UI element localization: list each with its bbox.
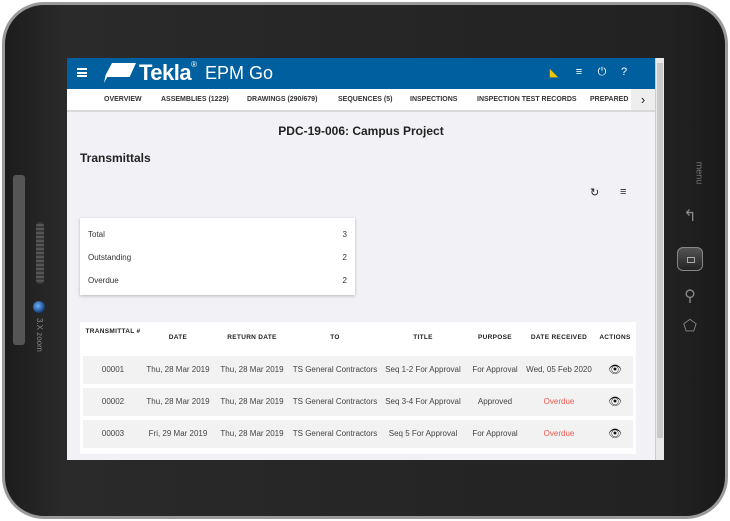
- back-hw-icon[interactable]: ⬠: [678, 316, 702, 336]
- table-row[interactable]: 00002 Thu, 28 Mar 2019 Thu, 28 Mar 2019 TS …: [83, 388, 633, 416]
- return-icon[interactable]: ↰: [678, 206, 702, 226]
- cell-purpose: For Approval: [472, 429, 518, 438]
- col-header[interactable]: DATE RECEIVED: [523, 334, 595, 341]
- menu-icon[interactable]: [77, 68, 87, 77]
- side-panel: [13, 175, 25, 345]
- view-eye-icon[interactable]: 👁: [595, 388, 635, 416]
- tekla-logo-icon: [104, 63, 136, 83]
- col-header[interactable]: TRANSMITTAL #: [83, 328, 143, 335]
- cell-title: Seq 5 For Approval: [388, 429, 458, 438]
- tab-sequences[interactable]: SEQUENCES (5): [338, 96, 392, 103]
- filter-icon[interactable]: ≡: [572, 66, 586, 78]
- summary-outstanding: Outstanding 2: [88, 253, 347, 262]
- cell-date: Fri, 29 Mar 2019: [148, 429, 208, 438]
- project-title: PDC-19-006: Campus Project: [278, 124, 444, 138]
- zoom-label: 3.X zoom: [35, 318, 44, 352]
- cell-no: 00001: [101, 365, 125, 374]
- search-hw-icon[interactable]: ⚲: [678, 286, 702, 306]
- app-screen: Tekla® EPM Go ◣ ≡ ⏻ ? OVERVIEW ASSEMBLIE…: [67, 58, 664, 460]
- col-header[interactable]: DATE: [143, 334, 213, 341]
- tab-prepared[interactable]: PREPARED: [590, 96, 628, 103]
- col-header[interactable]: RETURN DATE: [213, 334, 291, 341]
- cell-return: Thu, 28 Mar 2019: [220, 429, 284, 438]
- section-title: Transmittals: [80, 151, 151, 165]
- cell-received: Overdue: [543, 429, 575, 438]
- product-name: EPM Go: [205, 63, 274, 83]
- view-eye-icon[interactable]: 👁: [595, 356, 635, 384]
- speaker-grille: [36, 222, 44, 284]
- cell-purpose: For Approval: [472, 365, 518, 374]
- view-eye-icon[interactable]: 👁: [595, 420, 635, 448]
- power-icon[interactable]: ⏻: [595, 66, 609, 79]
- cell-date: Thu, 28 Mar 2019: [146, 397, 210, 406]
- cell-received: Wed, 05 Feb 2020: [526, 365, 592, 374]
- col-header: ACTIONS: [599, 334, 631, 341]
- cell-purpose: Approved: [477, 397, 513, 406]
- cell-date: Thu, 28 Mar 2019: [146, 365, 210, 374]
- col-header[interactable]: PURPOSE: [467, 334, 523, 341]
- summary-total: Total 3: [88, 230, 347, 239]
- filter-list-icon[interactable]: ≡: [620, 186, 626, 198]
- chevron-right-icon[interactable]: ›: [631, 89, 655, 110]
- help-icon[interactable]: ?: [617, 66, 631, 78]
- cell-return: Thu, 28 Mar 2019: [220, 365, 284, 374]
- col-header[interactable]: TITLE: [379, 334, 467, 341]
- cell-to: TS General Contractors: [292, 365, 378, 374]
- tab-bar: OVERVIEW ASSEMBLIES (1229) DRAWINGS (290…: [67, 89, 655, 112]
- tab-inspection-test-records[interactable]: INSPECTION TEST RECORDS: [477, 96, 577, 103]
- transmittals-table: TRANSMITTAL # DATE RETURN DATE TO TITLE …: [80, 322, 636, 454]
- summary-overdue: Overdue 2: [88, 276, 347, 285]
- app-bar: Tekla® EPM Go ◣ ≡ ⏻ ?: [67, 58, 655, 89]
- brand: Tekla®: [139, 60, 197, 85]
- cell-no: 00003: [101, 429, 125, 438]
- tab-inspections[interactable]: INSPECTIONS: [410, 96, 457, 103]
- tab-overview[interactable]: OVERVIEW: [104, 96, 142, 103]
- trimble-icon[interactable]: ◣: [547, 66, 561, 79]
- col-header[interactable]: TO: [291, 334, 379, 341]
- cell-to: TS General Contractors: [292, 429, 378, 438]
- tab-drawings[interactable]: DRAWINGS (290/679): [247, 96, 317, 103]
- cell-title: Seq 3-4 For Approval: [385, 397, 461, 406]
- table-row[interactable]: 00001 Thu, 28 Mar 2019 Thu, 28 Mar 2019 TS …: [83, 356, 633, 384]
- scrollbar[interactable]: [655, 58, 664, 460]
- menu-label: menu: [694, 161, 705, 185]
- cell-received: Overdue: [543, 397, 575, 406]
- summary-card: Total 3 Outstanding 2 Overdue 2: [80, 218, 355, 295]
- cell-no: 00002: [101, 397, 125, 406]
- refresh-icon[interactable]: ↻: [590, 186, 599, 199]
- cell-to: TS General Contractors: [292, 397, 378, 406]
- cell-title: Seq 1-2 For Approval: [385, 365, 461, 374]
- camera-icon: [33, 301, 45, 313]
- table-row[interactable]: 00003 Fri, 29 Mar 2019 Thu, 28 Mar 2019 TS …: [83, 420, 633, 448]
- home-button[interactable]: [677, 247, 703, 271]
- tab-assemblies[interactable]: ASSEMBLIES (1229): [161, 96, 229, 103]
- cell-return: Thu, 28 Mar 2019: [220, 397, 284, 406]
